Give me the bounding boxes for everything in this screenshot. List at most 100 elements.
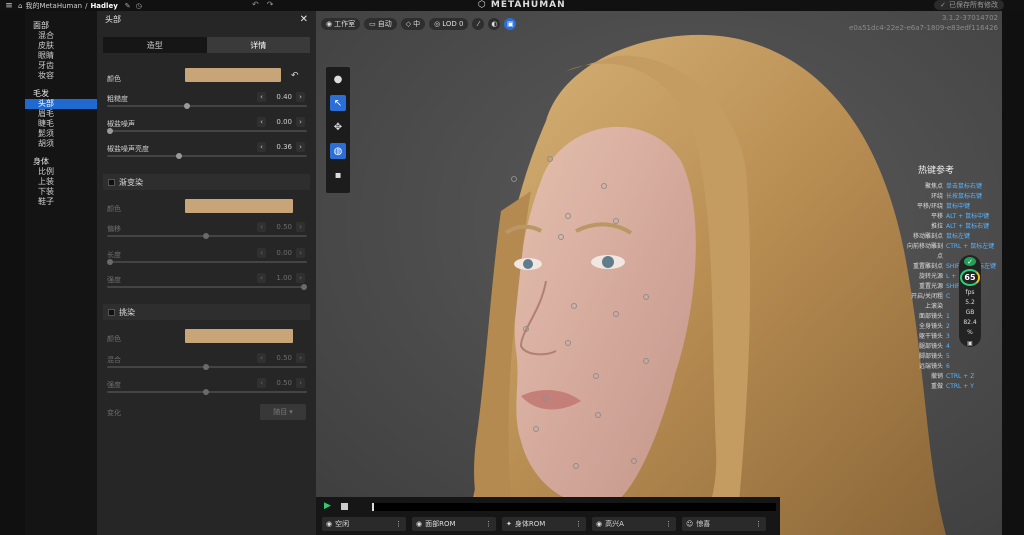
layers-icon[interactable]: ◐ (488, 18, 501, 30)
nav-item-shoes[interactable]: 鞋子 (25, 197, 97, 207)
increment-icon[interactable]: › (296, 92, 305, 102)
salt-bright-slider-track[interactable] (107, 155, 307, 157)
breadcrumb-root[interactable]: 我的MetaHuman (25, 1, 82, 11)
salt-noise-value[interactable]: 0.00 (266, 117, 296, 127)
increment-icon[interactable]: › (296, 273, 305, 283)
nav-item-eyes[interactable]: 眼睛 (25, 51, 97, 61)
variation-dropdown[interactable]: 随目 ▾ (260, 404, 306, 420)
nav-item-tops[interactable]: 上装 (25, 177, 97, 187)
increment-icon[interactable]: › (296, 353, 305, 363)
nav-item-blend[interactable]: 混合 (25, 31, 97, 41)
reset-icon[interactable]: ↶ (291, 71, 299, 81)
saved-status-button[interactable]: ✓ 已保存所有修改 (934, 0, 1004, 10)
highlight-amount-slider-knob[interactable] (203, 364, 209, 370)
gradient-strength-value[interactable]: 1.00 (266, 273, 296, 283)
tab-shape[interactable]: 造型 (103, 37, 207, 53)
nav-item-beard[interactable]: 胡须 (25, 139, 97, 149)
salt-noise-slider-knob[interactable] (107, 128, 113, 134)
decrement-icon[interactable]: ‹ (257, 222, 266, 232)
more-options-icon[interactable]: ⋮ (575, 520, 582, 528)
settings-icon[interactable]: ▣ (504, 18, 517, 30)
3d-viewport[interactable]: ◉ 工作室 ▭ 自动 ◇ 中 ◎ LOD 0 ⁄ ◐ ▣ 3.1.2-37014… (316, 11, 1002, 535)
gradient-strength-spinner[interactable]: ‹ 1.00 › (257, 273, 305, 283)
close-icon[interactable]: ✕ (300, 14, 308, 25)
gradient-length-spinner[interactable]: ‹ 0.00 › (257, 248, 305, 258)
salt-bright-slider-knob[interactable] (176, 153, 182, 159)
performance-stats[interactable]: ✓ 65 fps 5.2 GB 82.4 % ▣ (959, 255, 981, 347)
edit-icon[interactable]: ✎ (125, 2, 131, 10)
decrement-icon[interactable]: ‹ (257, 353, 266, 363)
roughness-spinner[interactable]: ‹ 0.40 › (257, 92, 305, 102)
nav-item-head-hair[interactable]: 头部 (25, 99, 97, 109)
increment-icon[interactable]: › (296, 222, 305, 232)
highlight-amount-spinner[interactable]: ‹ 0.50 › (257, 353, 305, 363)
frame-tool-icon[interactable]: ▪ (330, 167, 346, 183)
wand-icon[interactable]: ⁄ (472, 18, 485, 30)
decrement-icon[interactable]: ‹ (257, 248, 266, 258)
select-tool-icon[interactable]: ↖ (330, 95, 346, 111)
gradient-section-header[interactable]: 渐变染 (103, 174, 310, 190)
quality-button[interactable]: ◇ 中 (400, 18, 426, 30)
gradient-checkbox[interactable] (108, 178, 115, 186)
home-icon[interactable]: ⌂ (18, 2, 22, 10)
studio-button[interactable]: ◉ 工作室 (321, 18, 361, 30)
salt-bright-spinner[interactable]: ‹ 0.36 › (257, 142, 305, 152)
highlight-checkbox[interactable] (108, 308, 115, 316)
roughness-slider-knob[interactable] (184, 103, 190, 109)
decrement-icon[interactable]: ‹ (257, 142, 266, 152)
more-options-icon[interactable]: ⋮ (665, 520, 672, 528)
move-tool-icon[interactable]: ✥ (330, 119, 346, 135)
play-icon[interactable]: ▶ (324, 501, 331, 511)
highlight-amount-value[interactable]: 0.50 (266, 353, 296, 363)
salt-noise-slider-track[interactable] (107, 130, 307, 132)
increment-icon[interactable]: › (296, 142, 305, 152)
highlight-strength-slider-knob[interactable] (203, 389, 209, 395)
hair-color-swatch[interactable] (185, 68, 281, 82)
timeline-scrubber[interactable] (372, 503, 776, 511)
nav-item-proportions[interactable]: 比例 (25, 167, 97, 177)
nav-item-bottoms[interactable]: 下装 (25, 187, 97, 197)
more-options-icon[interactable]: ⋮ (395, 520, 402, 528)
decrement-icon[interactable]: ‹ (257, 378, 266, 388)
gradient-offset-slider-knob[interactable] (203, 233, 209, 239)
head-view-icon[interactable]: ● (330, 71, 346, 87)
character-render[interactable] (316, 11, 1002, 535)
decrement-icon[interactable]: ‹ (257, 117, 266, 127)
highlight-color-swatch[interactable] (185, 329, 293, 343)
gradient-strength-slider-track[interactable] (107, 286, 307, 288)
gradient-length-value[interactable]: 0.00 (266, 248, 296, 258)
highlight-section-header[interactable]: 挑染 (103, 304, 310, 320)
highlight-strength-spinner[interactable]: ‹ 0.50 › (257, 378, 305, 388)
nav-item-makeup[interactable]: 妆容 (25, 71, 97, 81)
nav-group-face[interactable]: 面部 (25, 21, 97, 31)
salt-bright-value[interactable]: 0.36 (266, 142, 296, 152)
hamburger-menu-icon[interactable]: ≡ (0, 1, 18, 11)
emotion-select[interactable]: ☺ 惊喜 ⋮ (682, 517, 766, 531)
body-rom-select[interactable]: ✦ 身体ROM ⋮ (502, 517, 586, 531)
more-options-icon[interactable]: ⋮ (755, 520, 762, 528)
nav-group-hair[interactable]: 毛发 (25, 89, 97, 99)
history-icon[interactable]: ◷ (136, 2, 142, 10)
nav-item-mustache[interactable]: 髭须 (25, 129, 97, 139)
pose-select[interactable]: ◉ 空闲 ⋮ (322, 517, 406, 531)
gradient-offset-spinner[interactable]: ‹ 0.50 › (257, 222, 305, 232)
lod-button[interactable]: ◎ LOD 0 (429, 18, 469, 30)
nav-group-body[interactable]: 身体 (25, 157, 97, 167)
decrement-icon[interactable]: ‹ (257, 92, 266, 102)
nav-item-eyebrows[interactable]: 眉毛 (25, 109, 97, 119)
gradient-length-slider-knob[interactable] (107, 259, 113, 265)
roughness-slider-track[interactable] (107, 105, 307, 107)
stop-icon[interactable] (340, 502, 348, 510)
redo-icon[interactable]: ↷ (267, 0, 274, 9)
tab-detail[interactable]: 详情 (206, 37, 310, 53)
gradient-strength-slider-knob[interactable] (301, 284, 307, 290)
nav-item-eyelashes[interactable]: 睫毛 (25, 119, 97, 129)
sculpt-tool-icon[interactable]: ◍ (330, 143, 346, 159)
increment-icon[interactable]: › (296, 117, 305, 127)
auto-button[interactable]: ▭ 自动 (364, 18, 397, 30)
gradient-color-swatch[interactable] (185, 199, 293, 213)
decrement-icon[interactable]: ‹ (257, 273, 266, 283)
face-rom-select[interactable]: ◉ 面部ROM ⋮ (412, 517, 496, 531)
increment-icon[interactable]: › (296, 248, 305, 258)
gradient-length-slider-track[interactable] (107, 261, 307, 263)
